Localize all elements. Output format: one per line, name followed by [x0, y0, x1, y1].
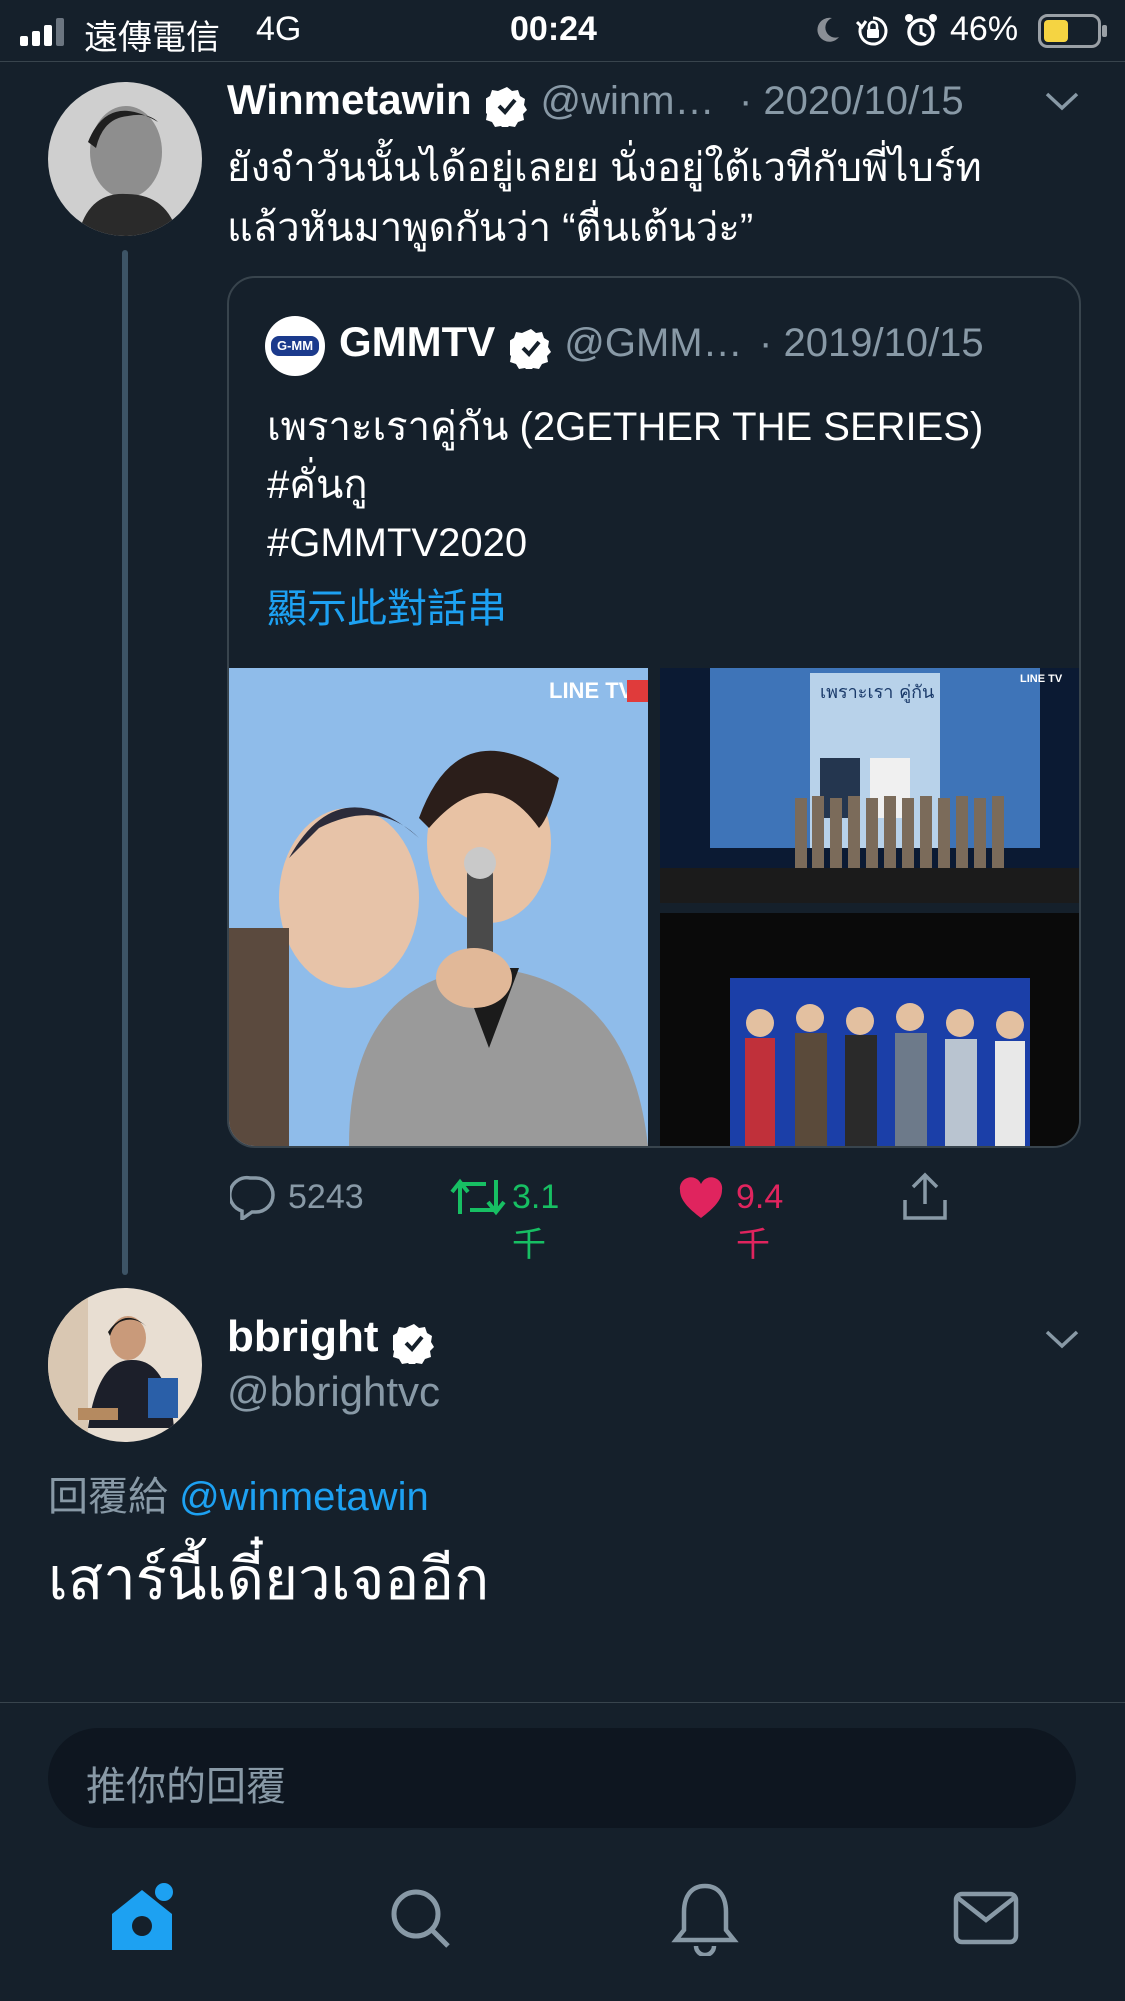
tweet-text-line: ยังจำวันนั้นได้อยู่เลยย นั่งอยู่ใต้เวทีก…	[227, 146, 982, 190]
reply-icon	[230, 1175, 275, 1220]
verified-badge-icon	[486, 86, 528, 127]
carrier: 遠傳電信	[84, 19, 220, 57]
quoted-author-name: GMMTV	[339, 318, 496, 365]
author-name[interactable]: Winmetawin	[227, 76, 472, 123]
battery-percent: 46%	[950, 10, 1019, 48]
show-thread-link[interactable]: 顯示此對話串	[267, 580, 1067, 638]
linetv-banner-1: LINE TV	[549, 678, 634, 703]
reply-author-handle[interactable]: @bbrightvc	[227, 1368, 440, 1416]
verified-badge-icon	[509, 328, 551, 369]
moon-icon	[817, 17, 839, 42]
chevron-down-icon[interactable]	[1044, 90, 1080, 114]
reply-text: เสาร์นี้เดี๋ยวเจออีก	[48, 1547, 490, 1612]
clock: 00:24	[510, 10, 597, 48]
media-grid: LINE TV เพราะเรา คู่กัน LINE TV	[229, 668, 1079, 1146]
alarm-icon	[905, 14, 937, 46]
status-bar: 遠傳電信 4G 00:24 46%	[0, 0, 1125, 62]
avatar-winmetawin[interactable]	[48, 82, 202, 236]
media-image-1[interactable]: LINE TV	[229, 668, 648, 1146]
heart-icon	[679, 1177, 723, 1218]
messages-icon[interactable]	[952, 1888, 1020, 1948]
reply-author-name[interactable]: bbright	[227, 1312, 379, 1361]
retweet-count: 3.1千	[512, 1178, 560, 1264]
hashtag[interactable]: #GMMTV2020	[267, 514, 1067, 572]
verified-badge-icon	[392, 1323, 434, 1364]
quoted-date: · 2019/10/15	[759, 321, 984, 365]
quoted-header: GMMTV @GMM… · 2019/10/15	[339, 318, 984, 373]
gmmtv-logo[interactable]: G-MM	[265, 316, 325, 376]
reply-author-name-row: bbright	[227, 1312, 435, 1368]
media-image-3[interactable]	[660, 913, 1079, 1146]
status-divider	[0, 61, 1125, 62]
tweet-date: · 2020/10/15	[738, 79, 964, 123]
battery-icon	[1038, 14, 1107, 48]
gmmtv-logo-text: G-MM	[271, 336, 319, 356]
replying-to-link[interactable]: @winmetawin	[179, 1475, 429, 1519]
chevron-down-icon[interactable]	[1044, 1328, 1080, 1352]
reply-count: 5243	[288, 1178, 364, 1216]
network-type: 4G	[256, 10, 302, 48]
avatar-bbright[interactable]	[48, 1288, 202, 1442]
reply-input-placeholder: 推你的回覆	[86, 1765, 286, 1809]
linetv-banner-2: LINE TV	[1020, 673, 1063, 685]
quoted-text-line: เพราะเราคู่กัน (2GETHER THE SERIES)	[267, 405, 984, 449]
author-handle[interactable]: @winm…	[541, 79, 715, 123]
quoted-handle: @GMM…	[564, 321, 743, 365]
media-image-2[interactable]: เพราะเรา คู่กัน LINE TV	[660, 668, 1079, 903]
tweet-header: Winmetawin @winm… · 2020/10/15	[227, 76, 1087, 130]
composer-divider	[0, 1702, 1125, 1703]
rotation-lock-icon	[856, 16, 888, 46]
retweet-icon	[450, 1178, 506, 1216]
notifications-icon[interactable]	[670, 1880, 740, 1956]
quoted-tweet[interactable]: G-MM GMMTV @GMM… · 2019/10/15 เพราะเราคู…	[227, 276, 1081, 1148]
tweet-text: ยังจำวันนั้นได้อยู่เลยย นั่งอยู่ใต้เวทีก…	[227, 138, 1107, 258]
hashtag[interactable]: #คั่นกู	[267, 456, 1067, 514]
poster-title: เพราะเรา คู่กัน	[820, 682, 934, 703]
like-count: 9.4千	[736, 1178, 784, 1264]
replying-prefix: 回覆給	[48, 1475, 168, 1519]
signal-icon	[20, 18, 64, 46]
reply-input[interactable]: 推你的回覆	[48, 1728, 1076, 1828]
quoted-text: เพราะเราคู่กัน (2GETHER THE SERIES) #คั่…	[267, 398, 1067, 638]
share-icon[interactable]	[900, 1172, 950, 1222]
home-icon[interactable]	[104, 1880, 184, 1960]
thread-line	[122, 250, 128, 1275]
tweet-text-line: แล้วหันมาพูดกันว่า “ตื่นเต้นว่ะ”	[227, 206, 754, 250]
replying-to: 回覆給 @winmetawin	[48, 1464, 429, 1522]
tab-bar	[0, 1860, 1125, 2001]
search-icon[interactable]	[386, 1884, 456, 1954]
